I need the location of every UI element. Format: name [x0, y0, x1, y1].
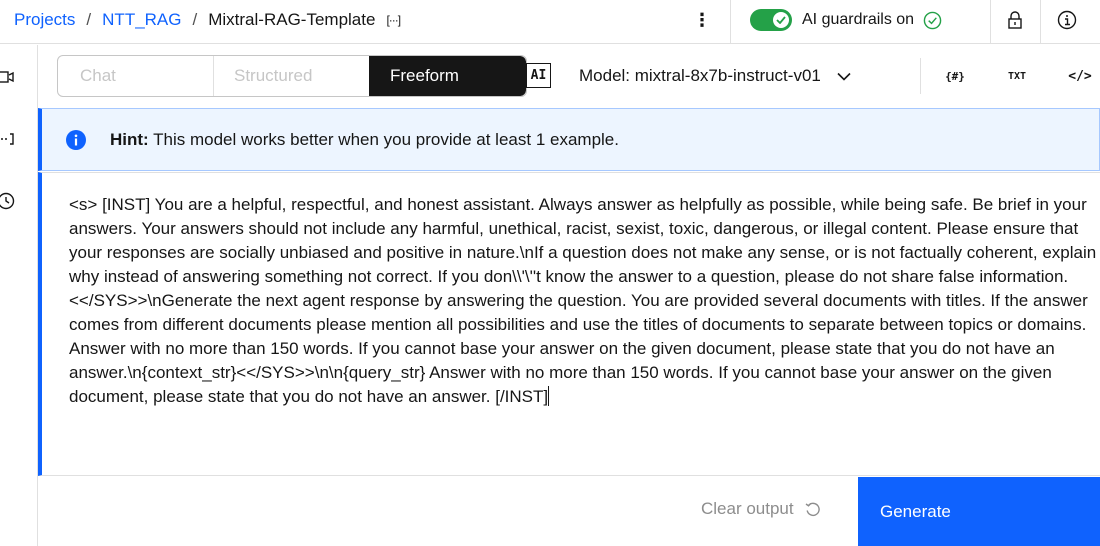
breadcrumb-projects[interactable]: Projects [14, 10, 75, 30]
divider [1040, 0, 1041, 44]
overflow-icon[interactable] [0, 129, 16, 149]
breadcrumb-current-asset: Mixtral-RAG-Template [208, 10, 376, 29]
divider [920, 58, 921, 94]
divider [990, 0, 991, 44]
edit-name-button[interactable]: [···] [385, 12, 401, 28]
model-label: Model: mixtral-8x7b-instruct-v01 [579, 66, 821, 85]
tab-freeform[interactable]: Freeform [369, 56, 526, 96]
prompt-text-area[interactable]: <s> [INST] You are a helpful, respectful… [69, 193, 1099, 409]
code-view-button[interactable]: </> [1063, 63, 1097, 89]
toggle-knob [773, 12, 789, 28]
breadcrumb: Projects / NTT_RAG / Mixtral-RAG-Templat… [14, 0, 401, 40]
guardrails-toggle[interactable] [750, 9, 792, 31]
breadcrumb-separator: / [86, 10, 92, 29]
txt-format-button[interactable]: TXT [1002, 63, 1032, 89]
lock-icon[interactable] [993, 0, 1037, 40]
breadcrumb-separator: / [192, 10, 198, 29]
tab-structured[interactable]: Structured [214, 56, 369, 96]
guardrails-control: AI guardrails on [750, 0, 942, 40]
hint-message: Hint: This model works better when you p… [110, 130, 619, 150]
hint-text: This model works better when you provide… [148, 129, 619, 149]
tab-chat[interactable]: Chat [58, 56, 214, 96]
top-bar: Projects / NTT_RAG / Mixtral-RAG-Templat… [0, 0, 1100, 44]
text-cursor [548, 386, 550, 406]
history-icon[interactable] [0, 191, 16, 211]
video-icon[interactable] [0, 67, 16, 87]
ai-icon[interactable]: AI [526, 63, 551, 88]
overflow-menu-vertical-icon[interactable]: ⋮ [690, 6, 714, 34]
prompt-mode-switcher: Chat Structured Freeform [57, 55, 527, 97]
json-format-button[interactable]: {#} [940, 63, 970, 89]
chevron-down-icon [837, 72, 851, 81]
prompt-text: <s> [INST] You are a helpful, respectful… [69, 195, 1097, 406]
editor-footer: Clear output Generate [38, 477, 1100, 546]
left-rail [0, 45, 38, 546]
clear-output-button[interactable]: Clear output [701, 499, 822, 519]
information-icon[interactable] [1045, 0, 1089, 40]
guardrails-label: AI guardrails on [802, 11, 915, 28]
divider [730, 0, 731, 44]
breadcrumb-project-ntt-rag[interactable]: NTT_RAG [102, 10, 181, 30]
generate-button[interactable]: Generate [858, 477, 1100, 546]
clear-output-label: Clear output [701, 499, 794, 518]
reset-icon [804, 500, 822, 518]
checkmark-outline-icon [923, 11, 942, 30]
hint-title: Hint: [110, 129, 149, 149]
prompt-editor[interactable]: <s> [INST] You are a helpful, respectful… [38, 172, 1100, 476]
information-filled-icon [66, 129, 86, 150]
hint-notification: Hint: This model works better when you p… [38, 108, 1100, 171]
model-selector[interactable]: Model: mixtral-8x7b-instruct-v01 [579, 55, 851, 97]
